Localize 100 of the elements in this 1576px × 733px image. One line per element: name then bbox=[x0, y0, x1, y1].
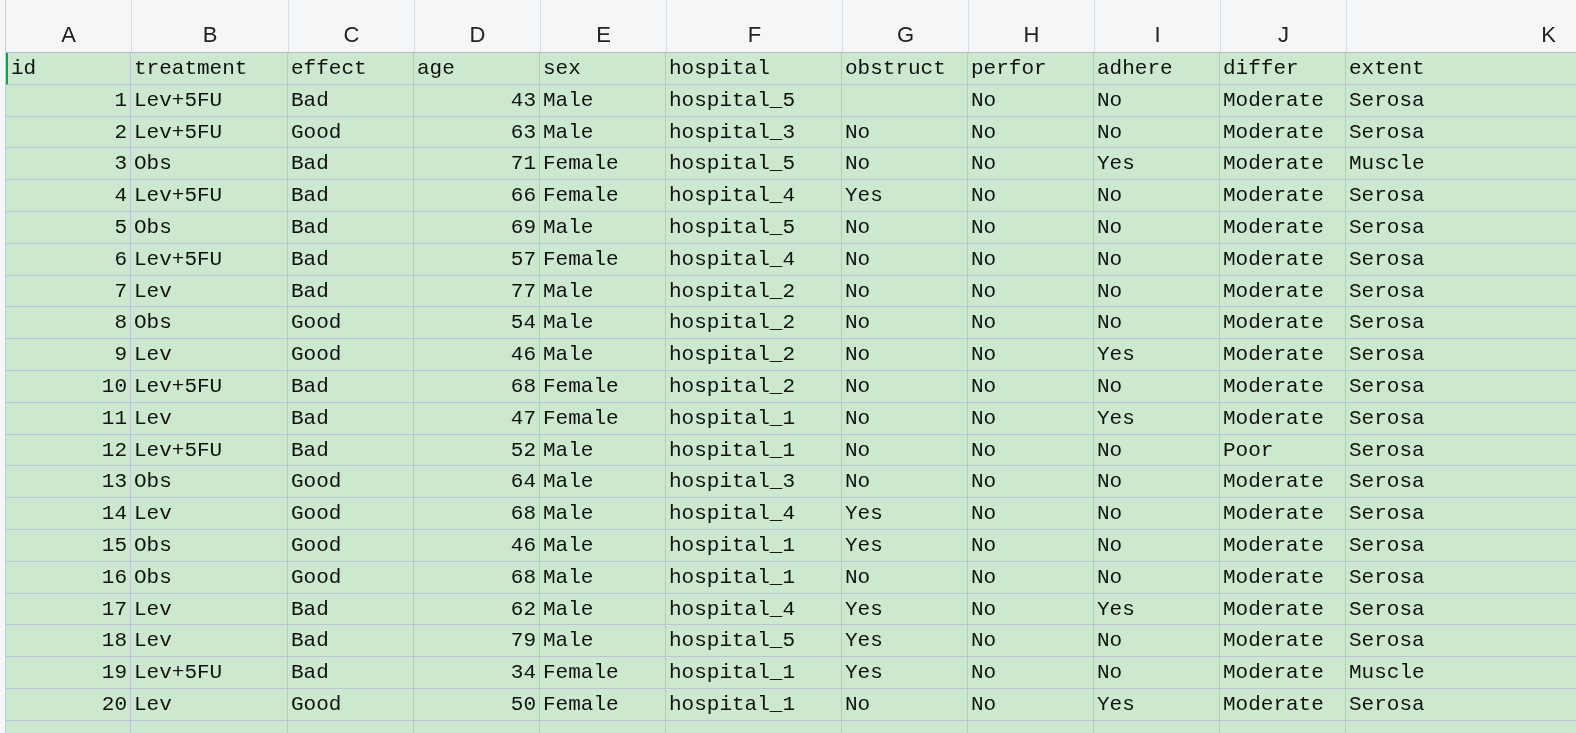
table-cell: Moderate bbox=[1220, 688, 1346, 721]
table-cell: hospital bbox=[666, 53, 842, 85]
table-cell: sex bbox=[540, 53, 666, 85]
table-cell: No bbox=[968, 275, 1094, 308]
table-cell: No bbox=[842, 466, 968, 499]
table-cell: Muscle bbox=[1346, 148, 1576, 181]
table-cell: Muscle bbox=[1346, 657, 1576, 689]
table-cell: 47 bbox=[414, 402, 540, 435]
table-cell: Lev+5FU bbox=[131, 84, 288, 117]
table-cell: Female bbox=[540, 657, 666, 689]
column-header[interactable]: G bbox=[842, 0, 968, 52]
table-cell: No bbox=[1094, 625, 1220, 658]
table-cell: 34 bbox=[414, 657, 540, 689]
table-cell: 8 bbox=[6, 307, 131, 340]
table-cell: hospital_2 bbox=[666, 307, 842, 340]
table-cell: perfor bbox=[968, 53, 1094, 85]
table-cell: Serosa bbox=[1346, 434, 1576, 467]
table-cell: 15 bbox=[6, 529, 131, 562]
table-cell: 69 bbox=[414, 212, 540, 244]
table-cell: No bbox=[842, 243, 968, 276]
column-header[interactable]: A bbox=[6, 0, 131, 52]
table-cell: hospital_3 bbox=[666, 466, 842, 499]
table-cell: 66 bbox=[414, 180, 540, 212]
table-cell: hospital_4 bbox=[666, 593, 842, 626]
table-cell: No bbox=[1094, 275, 1220, 308]
table-cell: 79 bbox=[414, 625, 540, 658]
table-cell: hospital_4 bbox=[666, 498, 842, 530]
column-header[interactable]: F bbox=[666, 0, 842, 52]
table-cell: Yes bbox=[842, 180, 968, 212]
table-cell: Moderate bbox=[1220, 657, 1346, 689]
table-cell: Male bbox=[540, 84, 666, 117]
table-cell: Female bbox=[540, 243, 666, 276]
table-cell: Serosa bbox=[1346, 466, 1576, 499]
table-cell: 13 bbox=[6, 466, 131, 499]
table-cell: hospital_5 bbox=[666, 625, 842, 658]
table-cell: 50 bbox=[414, 688, 540, 721]
column-header[interactable]: K bbox=[1346, 0, 1576, 52]
table-cell: No bbox=[1094, 657, 1220, 689]
table-cell: hospital_1 bbox=[666, 434, 842, 467]
table-cell: 10 bbox=[6, 370, 131, 403]
table-cell: Serosa bbox=[1346, 529, 1576, 562]
table-cell: Lev bbox=[131, 402, 288, 435]
table-cell: Lev+5FU bbox=[131, 370, 288, 403]
table-cell: Bad bbox=[288, 434, 414, 467]
column-header[interactable]: C bbox=[288, 0, 414, 52]
table-cell: hospital_2 bbox=[666, 275, 842, 308]
table-cell: hospital_1 bbox=[666, 529, 842, 562]
table-cell: Serosa bbox=[1346, 339, 1576, 371]
table-cell: Good bbox=[288, 307, 414, 340]
table-cell: 6 bbox=[6, 243, 131, 276]
table-cell: 68 bbox=[414, 370, 540, 403]
table-cell: Obs bbox=[131, 466, 288, 499]
table-cell: Moderate bbox=[1220, 370, 1346, 403]
table-cell: Female bbox=[540, 688, 666, 721]
table-cell: Male bbox=[540, 561, 666, 594]
table-cell: Poor bbox=[1220, 434, 1346, 467]
table-cell: hospital_1 bbox=[666, 402, 842, 435]
table-cell: 19 bbox=[6, 657, 131, 689]
table-cell: No bbox=[1094, 529, 1220, 562]
table-cell: Male bbox=[540, 307, 666, 340]
table-cell: No bbox=[968, 593, 1094, 626]
table-cell: No bbox=[1094, 116, 1220, 149]
table-cell: hospital_5 bbox=[666, 84, 842, 117]
table-cell: Good bbox=[288, 116, 414, 149]
table-cell: No bbox=[968, 657, 1094, 689]
table-cell: Serosa bbox=[1346, 498, 1576, 530]
table-cell: No bbox=[968, 370, 1094, 403]
table-cell: Yes bbox=[842, 529, 968, 562]
table-cell: 46 bbox=[414, 529, 540, 562]
table-cell: hospital_5 bbox=[666, 212, 842, 244]
table-cell: No bbox=[1094, 498, 1220, 530]
table-cell: Bad bbox=[288, 593, 414, 626]
table-cell: Male bbox=[540, 212, 666, 244]
column-header[interactable]: J bbox=[1220, 0, 1346, 52]
column-header[interactable]: H bbox=[968, 0, 1094, 52]
table-cell: No bbox=[968, 688, 1094, 721]
table-cell: Lev+5FU bbox=[131, 116, 288, 149]
table-cell: treatment bbox=[131, 53, 288, 85]
table-cell: No bbox=[842, 148, 968, 181]
table-cell: 46 bbox=[414, 339, 540, 371]
table-cell: Obs bbox=[131, 561, 288, 594]
column-header[interactable]: E bbox=[540, 0, 666, 52]
table-cell: Good bbox=[288, 529, 414, 562]
table-cell: No bbox=[842, 370, 968, 403]
table-cell: hospital_1 bbox=[666, 657, 842, 689]
table-cell: Female bbox=[540, 370, 666, 403]
column-header[interactable]: D bbox=[414, 0, 540, 52]
table-cell: 14 bbox=[6, 498, 131, 530]
table-cell: No bbox=[968, 529, 1094, 562]
column-header[interactable]: I bbox=[1094, 0, 1220, 52]
table-cell: 18 bbox=[6, 625, 131, 658]
table-cell: Serosa bbox=[1346, 625, 1576, 658]
table-cell: No bbox=[968, 625, 1094, 658]
table-cell: effect bbox=[288, 53, 414, 85]
table-cell: Yes bbox=[842, 657, 968, 689]
table-cell: Lev bbox=[131, 275, 288, 308]
table-cell: 7 bbox=[6, 275, 131, 308]
table-cell: hospital_4 bbox=[666, 180, 842, 212]
table-cell: 9 bbox=[6, 339, 131, 371]
column-header[interactable]: B bbox=[131, 0, 288, 52]
